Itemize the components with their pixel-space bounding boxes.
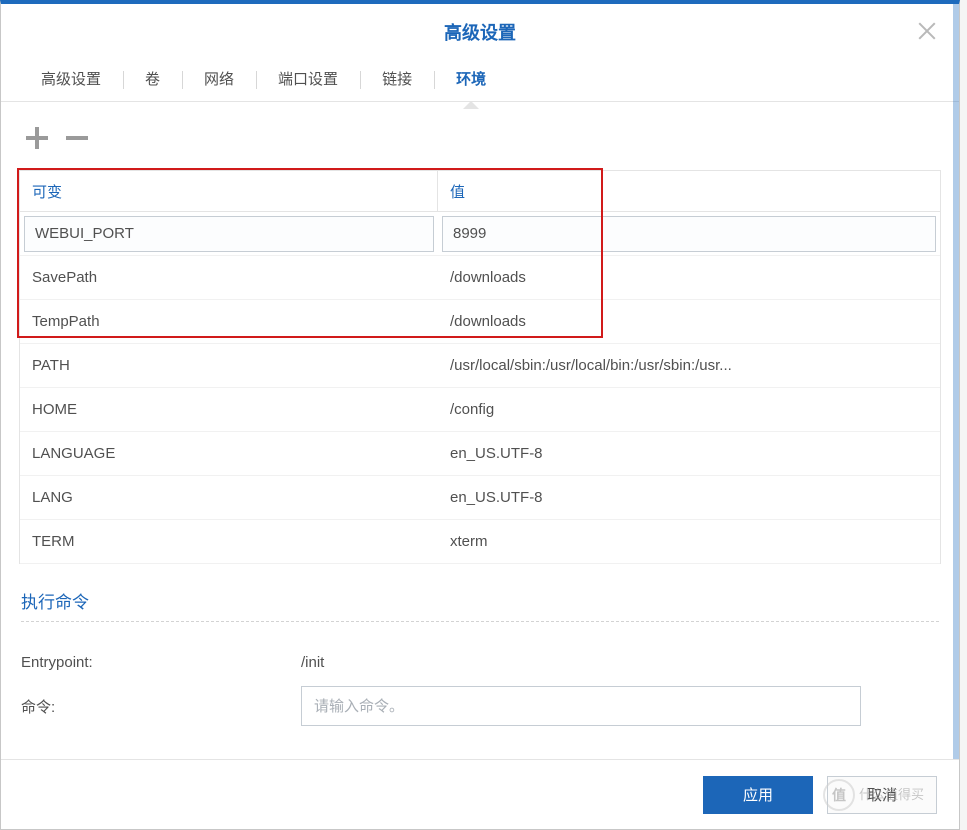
env-row[interactable]: SavePath/downloads — [20, 256, 940, 300]
env-var-cell[interactable]: LANG — [20, 476, 438, 519]
env-var-cell[interactable]: TERM — [20, 520, 438, 563]
entrypoint-row: Entrypoint: /init — [21, 640, 939, 684]
advanced-settings-dialog: 高级设置 高级设置卷网络端口设置链接环境 可变 值 SavePath/downl… — [0, 0, 960, 830]
entrypoint-value: /init — [301, 654, 324, 671]
env-row[interactable]: LANGUAGEen_US.UTF-8 — [20, 432, 940, 476]
env-val-cell[interactable]: /downloads — [438, 300, 940, 343]
tab-3[interactable]: 端口设置 — [256, 59, 360, 101]
env-table: 可变 值 SavePath/downloadsTempPath/download… — [19, 170, 941, 564]
env-row[interactable]: PATH/usr/local/sbin:/usr/local/bin:/usr/… — [20, 344, 940, 388]
env-row[interactable]: TempPath/downloads — [20, 300, 940, 344]
env-table-head: 可变 值 — [19, 170, 941, 212]
dialog-titlebar: 高级设置 — [1, 4, 959, 60]
env-var-cell[interactable]: PATH — [20, 344, 438, 387]
dialog-content: 可变 值 SavePath/downloadsTempPath/download… — [1, 102, 959, 728]
command-label: 命令: — [21, 696, 301, 717]
env-val-cell[interactable] — [438, 212, 940, 255]
tab-5[interactable]: 环境 — [434, 59, 508, 101]
env-row[interactable]: HOME/config — [20, 388, 940, 432]
entrypoint-label: Entrypoint: — [21, 654, 301, 671]
env-val-cell[interactable]: en_US.UTF-8 — [438, 432, 940, 475]
apply-button[interactable]: 应用 — [703, 776, 813, 814]
remove-icon[interactable] — [63, 124, 91, 152]
dialog-footer: 应用 取消 — [1, 759, 959, 829]
tab-1[interactable]: 卷 — [123, 59, 182, 101]
env-val-cell[interactable]: xterm — [438, 520, 940, 563]
command-input[interactable] — [301, 686, 861, 726]
env-row[interactable]: TERMxterm — [20, 520, 940, 564]
env-var-cell[interactable]: SavePath — [20, 256, 438, 299]
exec-command-section: 执行命令 Entrypoint: /init 命令: — [19, 588, 941, 728]
exec-command-title: 执行命令 — [21, 588, 939, 621]
col-header-value[interactable]: 值 — [438, 171, 940, 211]
right-accent-edge — [953, 4, 959, 829]
tab-2[interactable]: 网络 — [182, 59, 256, 101]
tab-0[interactable]: 高级设置 — [19, 59, 123, 101]
env-var-input[interactable] — [24, 216, 434, 252]
env-val-input[interactable] — [442, 216, 936, 252]
env-var-cell[interactable]: TempPath — [20, 300, 438, 343]
env-val-cell[interactable]: /config — [438, 388, 940, 431]
tab-bar: 高级设置卷网络端口设置链接环境 — [1, 60, 959, 102]
env-toolbar — [19, 122, 941, 170]
dialog-title: 高级设置 — [444, 19, 516, 45]
section-divider — [21, 621, 939, 622]
col-header-variable[interactable]: 可变 — [20, 171, 438, 211]
env-row[interactable]: LANGen_US.UTF-8 — [20, 476, 940, 520]
env-val-cell[interactable]: /usr/local/sbin:/usr/local/bin:/usr/sbin… — [438, 344, 940, 387]
env-var-cell[interactable]: LANGUAGE — [20, 432, 438, 475]
env-row[interactable] — [20, 212, 940, 256]
add-icon[interactable] — [23, 124, 51, 152]
tab-4[interactable]: 链接 — [360, 59, 434, 101]
env-var-cell[interactable]: HOME — [20, 388, 438, 431]
env-val-cell[interactable]: /downloads — [438, 256, 940, 299]
env-val-cell[interactable]: en_US.UTF-8 — [438, 476, 940, 519]
env-table-body[interactable]: SavePath/downloadsTempPath/downloadsPATH… — [19, 212, 941, 564]
close-icon[interactable] — [913, 18, 941, 46]
cancel-button[interactable]: 取消 — [827, 776, 937, 814]
env-var-cell[interactable] — [20, 212, 438, 255]
command-row: 命令: — [21, 684, 939, 728]
